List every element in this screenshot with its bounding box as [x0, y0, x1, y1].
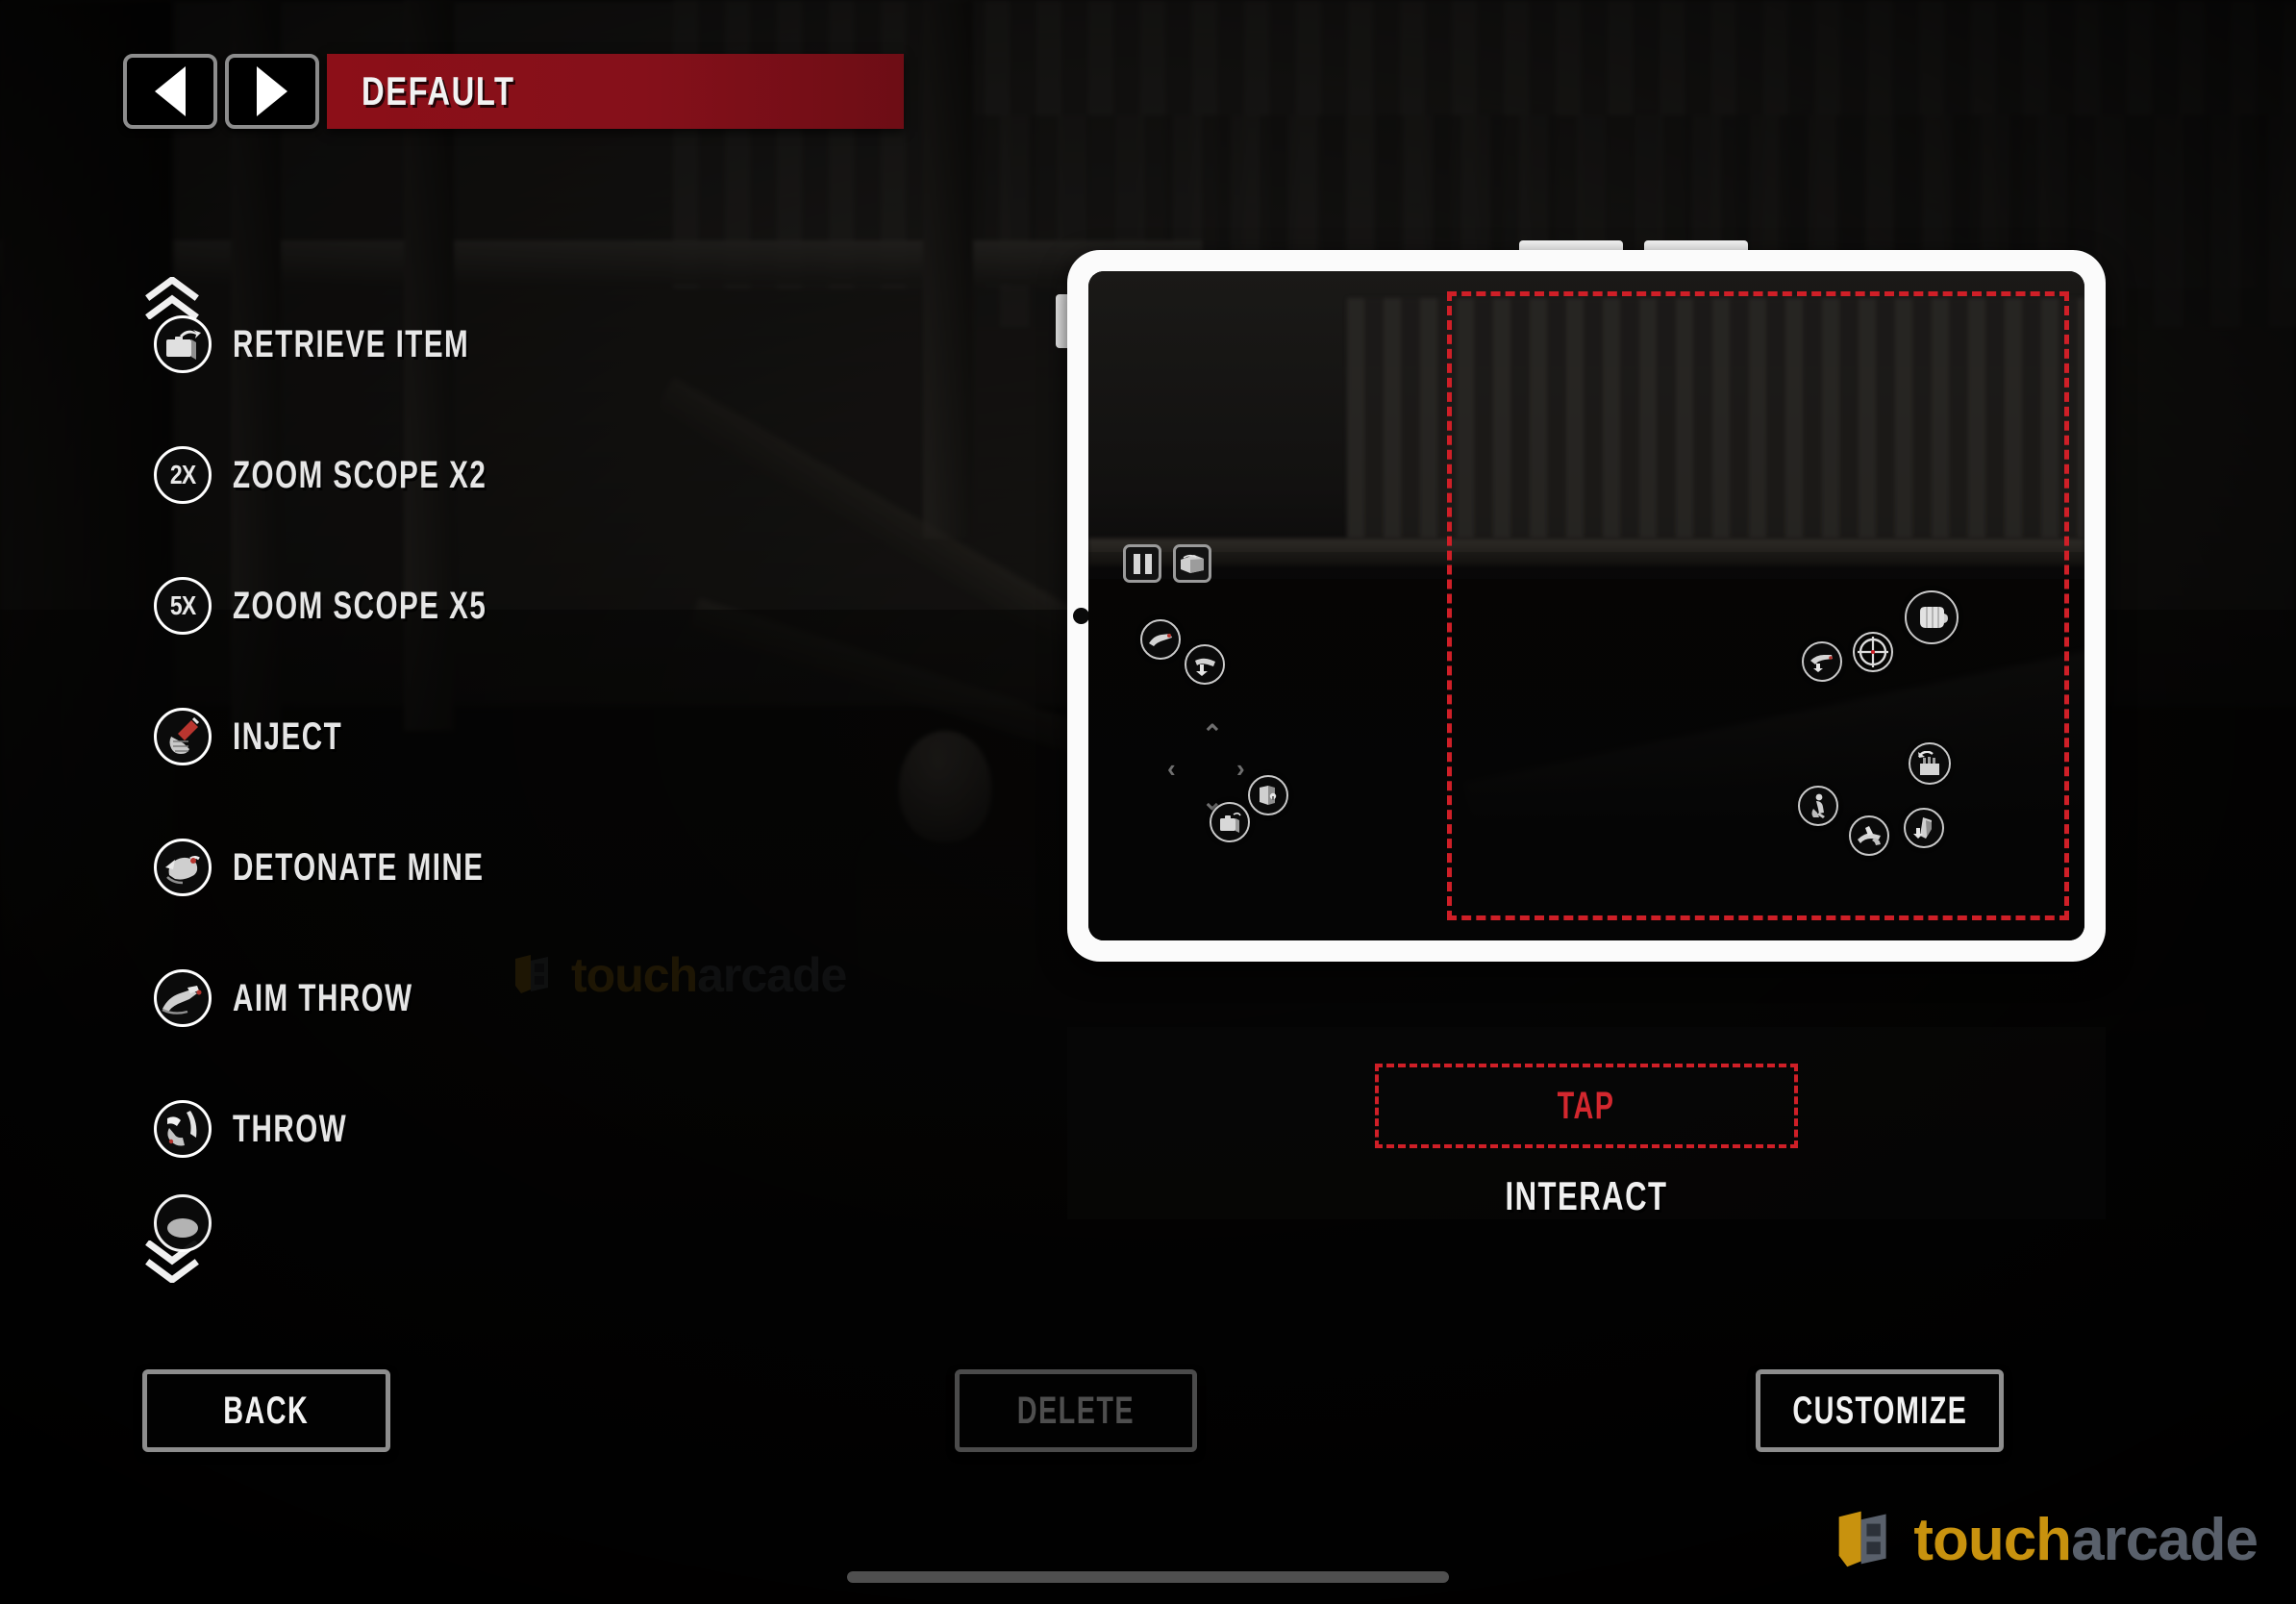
punch-fist-icon [1920, 607, 1948, 628]
peek-icon [1149, 634, 1172, 646]
delete-button-label: DELETE [1016, 1389, 1136, 1432]
customize-button[interactable]: CUSTOMIZE [1756, 1369, 2004, 1452]
reload-button[interactable] [1909, 742, 1951, 785]
action-label: RETRIEVE ITEM [233, 322, 470, 365]
action-row[interactable]: RETRIEVE ITEM [154, 279, 885, 410]
weapon-icon [1913, 817, 1932, 839]
action-label: DETONATE MINE [233, 845, 485, 889]
dpad-left-icon: ‹ [1167, 754, 1176, 783]
delete-button[interactable]: DELETE [955, 1369, 1197, 1452]
gesture-box[interactable]: TAP [1375, 1064, 1798, 1148]
drop-button[interactable] [1185, 644, 1225, 685]
drop-icon [1195, 658, 1215, 676]
pause-icon [1133, 553, 1140, 574]
pause-button[interactable] [1123, 544, 1161, 583]
prev-profile-button[interactable] [123, 54, 217, 129]
touch-zone-region[interactable] [1446, 290, 2070, 921]
action-row[interactable]: 2X ZOOM SCOPE X2 [154, 410, 885, 540]
dpad-right-icon: › [1236, 754, 1245, 783]
zoom-2x-icon: 2X [154, 446, 212, 504]
action-row-partial[interactable] [154, 1194, 885, 1252]
back-button-label: BACK [223, 1389, 310, 1432]
action-label: THROW [233, 1107, 348, 1150]
tablet-preview: toucharcade [1056, 240, 2106, 962]
action-row[interactable]: DETONATE MINE [154, 802, 885, 933]
action-row[interactable]: INJECT [154, 671, 885, 802]
zoom-5x-badge: 5X [169, 590, 196, 620]
arrow-left-icon [155, 66, 186, 116]
door-lock-button[interactable] [1248, 775, 1288, 815]
next-action-icon [154, 1194, 212, 1252]
dpad[interactable]: ⌃ ⌄ ‹ › [1167, 721, 1256, 814]
binding-panel: TAP INTERACT [1067, 1027, 2106, 1219]
door-lock-icon [1260, 786, 1277, 805]
zoom-2x-badge: 2X [169, 460, 196, 489]
dpad-up-icon: ⌃ [1202, 719, 1223, 748]
profile-name-banner: DEFAULT [327, 54, 904, 129]
crouch-button[interactable] [1798, 786, 1838, 826]
detonator-icon [154, 839, 212, 896]
action-list: RETRIEVE ITEM 2X ZOOM SCOPE X2 5X ZOOM S… [154, 279, 885, 1252]
aim-throw-icon [154, 969, 212, 1027]
tablet-body: toucharcade [1067, 250, 2106, 962]
action-label: AIM THROW [233, 976, 413, 1019]
profile-name-label: DEFAULT [362, 68, 515, 113]
action-label: ZOOM SCOPE X5 [233, 584, 487, 627]
weapon-button[interactable] [1904, 808, 1944, 848]
action-row[interactable]: AIM THROW [154, 933, 885, 1064]
takedown-icon [1858, 826, 1881, 845]
binding-action-label: INTERACT [1505, 1173, 1668, 1218]
profile-header: DEFAULT [0, 54, 904, 129]
customize-button-label: CUSTOMIZE [1791, 1389, 1968, 1432]
throw-icon [154, 1100, 212, 1158]
action-label: INJECT [233, 714, 343, 758]
pickup-button[interactable] [1802, 641, 1842, 682]
pickup-icon [1810, 655, 1833, 672]
zoom-5x-icon: 5X [154, 577, 212, 635]
action-row[interactable]: THROW [154, 1064, 885, 1194]
syringe-icon [154, 708, 212, 765]
inventory-button[interactable] [1173, 544, 1211, 583]
aim-crosshair-icon [1858, 637, 1888, 667]
action-label: ZOOM SCOPE X2 [233, 453, 487, 496]
front-camera-icon [1073, 608, 1089, 624]
gesture-label: TAP [1558, 1084, 1615, 1127]
home-indicator[interactable] [847, 1571, 1449, 1583]
inventory-briefcase-icon [1181, 554, 1204, 573]
reload-icon [1917, 751, 1939, 775]
action-row[interactable]: 5X ZOOM SCOPE X5 [154, 540, 885, 671]
briefcase-retrieve-icon [154, 315, 212, 373]
takedown-button[interactable] [1849, 815, 1889, 856]
crouch-icon [1811, 793, 1825, 818]
briefcase-icon [1220, 812, 1241, 833]
punch-button[interactable] [1905, 590, 1959, 644]
tablet-screen: toucharcade [1088, 271, 2084, 940]
briefcase-button[interactable] [1210, 802, 1250, 842]
next-profile-button[interactable] [225, 54, 319, 129]
peek-button[interactable] [1140, 619, 1181, 660]
back-button[interactable]: BACK [142, 1369, 390, 1452]
aim-crosshair-button[interactable] [1853, 632, 1893, 672]
arrow-right-icon [257, 66, 287, 116]
